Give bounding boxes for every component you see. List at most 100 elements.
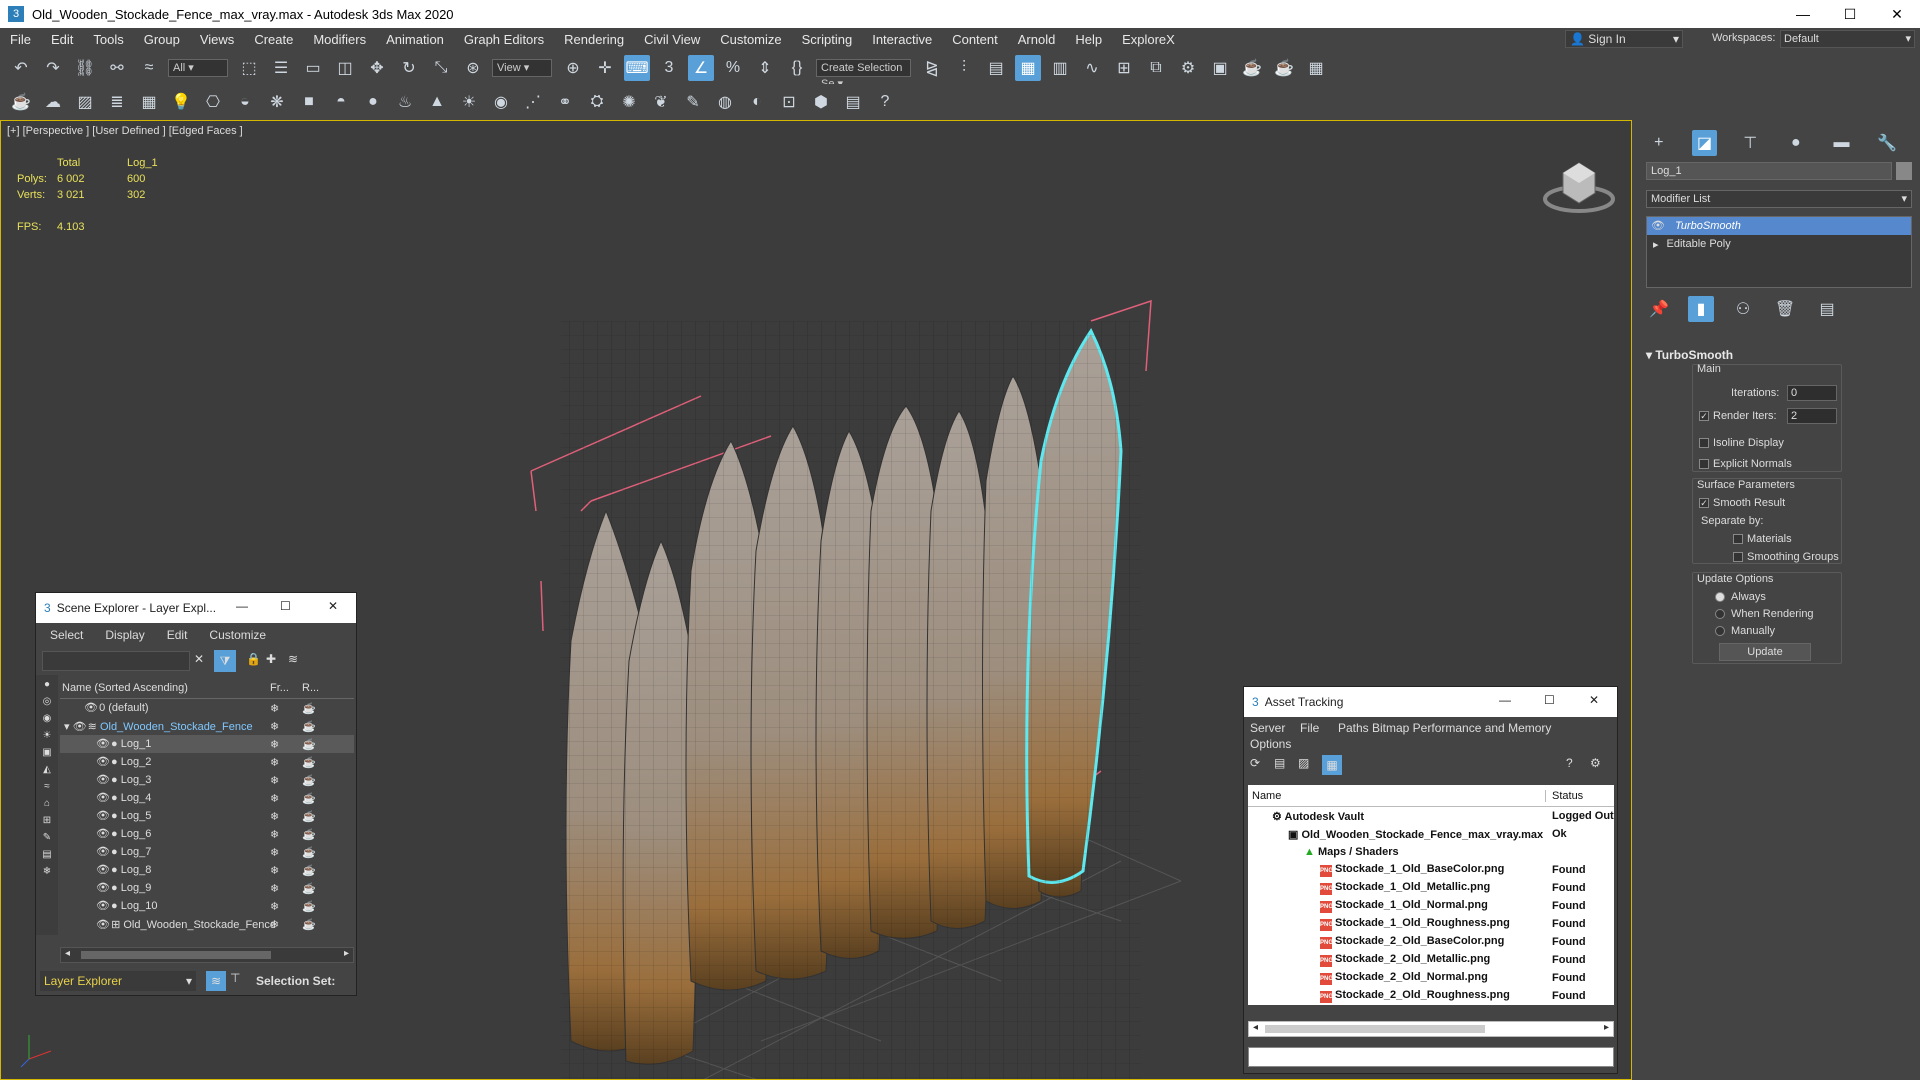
close-button[interactable]: ✕ <box>328 599 338 613</box>
geometry-filter-icon[interactable]: ◎ <box>43 696 52 707</box>
freeze-icon[interactable]: ❄ <box>270 810 302 823</box>
col-frozen-header[interactable]: Fr... <box>270 682 302 694</box>
stack-item-turbosmooth[interactable]: 👁 TurboSmooth <box>1647 217 1911 235</box>
angle-snap-icon[interactable]: ∠ <box>688 55 714 81</box>
freeze-icon[interactable]: ❄ <box>270 702 302 715</box>
scene-explorer-titlebar[interactable]: 3 Scene Explorer - Layer Expl... — ☐ ✕ <box>36 593 356 623</box>
curve-editor-icon[interactable]: ∿ <box>1079 55 1105 81</box>
object-row[interactable]: 👁 ● Log_9 ❄ ☕ <box>60 879 354 897</box>
render-icon[interactable]: ☕ <box>302 702 316 715</box>
stack-item-editable-poly[interactable]: ▸ Editable Poly <box>1647 235 1911 253</box>
plant-icon[interactable]: ❦ <box>648 89 674 115</box>
scroll-right-icon[interactable]: ▸ <box>1604 1022 1609 1033</box>
eye-icon[interactable]: 👁 <box>96 756 110 768</box>
asset-row[interactable]: PNG Stockade_2_Old_Normal.png Found <box>1248 969 1614 987</box>
scroll-right-icon[interactable]: ▸ <box>344 948 349 959</box>
object-row[interactable]: 👁 ● Log_8 ❄ ☕ <box>60 861 354 879</box>
menu-rendering[interactable]: Rendering <box>554 32 634 47</box>
hierarchy-tab-icon[interactable]: ⊤ <box>1737 130 1763 156</box>
menu-help[interactable]: Help <box>1065 32 1112 47</box>
freeze-icon[interactable]: ❄ <box>270 918 302 931</box>
freeze-icon[interactable]: ❄ <box>270 738 302 751</box>
minimize-button[interactable]: — <box>236 599 248 613</box>
sign-in-dropdown[interactable]: 👤 Sign In ▾ <box>1565 30 1683 48</box>
containers-filter-icon[interactable]: ▤ <box>42 849 51 860</box>
render-icon[interactable]: ☕ <box>302 738 316 751</box>
dome-icon[interactable]: ◓ <box>328 89 354 115</box>
at-menu-bitmap-performance[interactable]: Bitmap Performance and Memory <box>1372 721 1551 735</box>
object-row[interactable]: 👁 ● Log_10 ❄ ☕ <box>60 897 354 915</box>
menu-group[interactable]: Group <box>134 32 190 47</box>
asset-col-status[interactable]: Status <box>1546 790 1583 802</box>
asset-row[interactable]: PNG Stockade_2_Old_Metallic.png Found <box>1248 951 1614 969</box>
placement-icon[interactable]: ⊛ <box>460 55 486 81</box>
turbosmooth-rollout-title[interactable]: ▾ TurboSmooth <box>1646 348 1912 362</box>
render-icon[interactable]: ☕ <box>302 828 316 841</box>
lightmix-icon[interactable]: ⬢ <box>808 89 834 115</box>
help-icon[interactable]: ? <box>872 89 898 115</box>
reference-coordinate-select[interactable]: View ▾ <box>492 59 552 77</box>
materials-checkbox[interactable]: Materials <box>1733 533 1792 545</box>
render-icon[interactable]: ☕ <box>302 792 316 805</box>
manually-radio[interactable]: Manually <box>1715 625 1775 637</box>
object-name-field[interactable]: Log_1 <box>1646 162 1892 180</box>
eye-icon[interactable]: 👁 <box>84 702 98 714</box>
col-render-header[interactable]: R... <box>302 682 319 694</box>
eye-icon[interactable]: 👁 <box>96 738 110 750</box>
iterations-spinner[interactable]: 0 <box>1787 385 1837 401</box>
globe-icon[interactable]: ◐ <box>744 89 770 115</box>
configure-sets-icon[interactable]: ▤ <box>1814 296 1840 322</box>
smoothing-groups-checkbox[interactable]: Smoothing Groups <box>1733 551 1839 563</box>
filter-icon[interactable]: ⧩ <box>214 650 236 672</box>
material-ball-icon[interactable]: ◍ <box>712 89 738 115</box>
update-button[interactable]: Update <box>1719 643 1811 661</box>
viewcube[interactable] <box>1539 151 1619 221</box>
pot-icon[interactable]: ♨ <box>392 89 418 115</box>
select-object-icon[interactable]: ⬚ <box>236 55 262 81</box>
xrefs-filter-icon[interactable]: ⊞ <box>43 815 51 826</box>
selection-filter[interactable]: All ▾ <box>168 59 228 77</box>
layer-row[interactable]: 👁 0 (default) ❄ ☕ <box>60 699 354 717</box>
select-manipulate-icon[interactable]: ✛ <box>592 55 618 81</box>
se-menu-select[interactable]: Select <box>50 628 83 642</box>
render-icon[interactable]: ☕ <box>302 846 316 859</box>
render-iters-checkbox[interactable]: ✓ Render Iters: <box>1699 410 1777 422</box>
remove-modifier-icon[interactable]: 🗑 <box>1772 296 1798 322</box>
menu-tools[interactable]: Tools <box>83 32 133 47</box>
menu-create[interactable]: Create <box>244 32 303 47</box>
sphere-fade-icon[interactable]: ✺ <box>616 89 642 115</box>
asset-row[interactable]: ▣ Old_Wooden_Stockade_Fence_max_vray.max… <box>1248 825 1614 843</box>
refresh-icon[interactable]: ⟳ <box>1250 756 1260 770</box>
eye-icon[interactable]: 👁 <box>96 919 110 931</box>
displacement-icon[interactable]: ⛭ <box>584 89 610 115</box>
display-all-icon[interactable]: ● <box>44 679 50 690</box>
freeze-icon[interactable]: ❄ <box>270 900 302 913</box>
scroll-left-icon[interactable]: ◂ <box>65 948 70 959</box>
menu-interactive[interactable]: Interactive <box>862 32 942 47</box>
menu-content[interactable]: Content <box>942 32 1008 47</box>
teapot-icon[interactable]: ☕ <box>8 89 34 115</box>
show-end-result-icon[interactable]: ▮ <box>1688 296 1714 322</box>
freeze-icon[interactable]: ❄ <box>270 720 302 733</box>
menu-edit[interactable]: Edit <box>41 32 83 47</box>
scrollbar-thumb[interactable] <box>81 951 271 959</box>
bind-space-warp-icon[interactable]: ≈ <box>136 55 162 81</box>
render-icon[interactable]: ☕ <box>302 864 316 877</box>
eye-icon[interactable]: 👁 <box>96 882 110 894</box>
list-icon[interactable]: ≣ <box>104 89 130 115</box>
menu-scripting[interactable]: Scripting <box>792 32 863 47</box>
asset-horizontal-scrollbar[interactable]: ◂ ▸ <box>1248 1021 1614 1037</box>
object-row[interactable]: 👁 ● Log_6 ❄ ☕ <box>60 825 354 843</box>
asset-row[interactable]: PNG Stockade_1_Old_BaseColor.png Found <box>1248 861 1614 879</box>
clear-search-icon[interactable]: ✕ <box>194 652 204 666</box>
redo-icon[interactable]: ↷ <box>40 55 66 81</box>
freeze-icon[interactable]: ❄ <box>270 882 302 895</box>
percent-snap-icon[interactable]: % <box>720 55 746 81</box>
se-menu-edit[interactable]: Edit <box>167 628 188 642</box>
freeze-icon[interactable]: ❄ <box>270 828 302 841</box>
camera-icon[interactable]: ⎔ <box>200 89 226 115</box>
render-icon[interactable]: ☕ <box>302 810 316 823</box>
menu-animation[interactable]: Animation <box>376 32 454 47</box>
render-gallery-icon[interactable]: ▦ <box>1303 55 1329 81</box>
hdri-icon[interactable]: ✎ <box>680 89 706 115</box>
